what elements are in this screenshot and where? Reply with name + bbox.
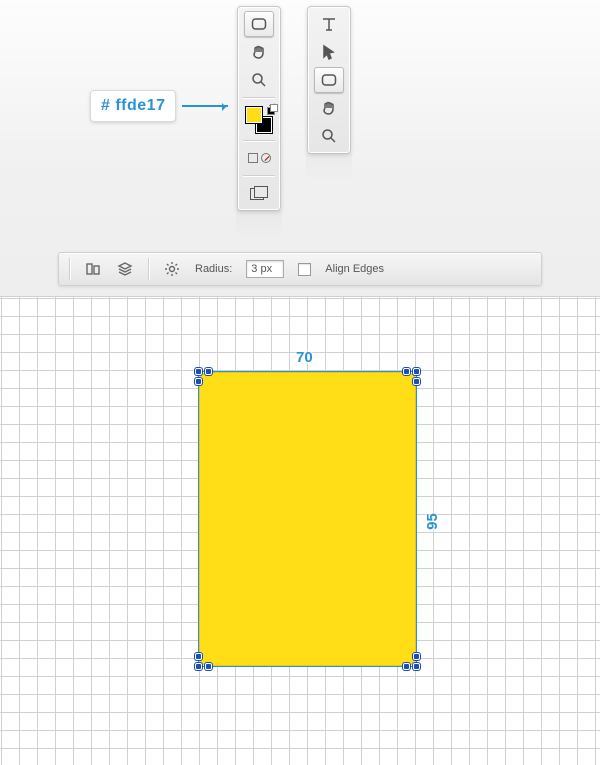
- align-icon: [85, 261, 101, 277]
- rounded-rectangle-icon: [320, 71, 338, 89]
- path-align-button[interactable]: [84, 260, 102, 278]
- selection-handle[interactable]: [413, 368, 420, 375]
- toolbox-right: [307, 6, 351, 154]
- screen-mode-icon: [250, 186, 268, 200]
- color-swatch-stack[interactable]: ⇄: [243, 104, 275, 136]
- path-selection-tool-button[interactable]: [314, 39, 344, 65]
- foreground-color-swatch[interactable]: [245, 106, 263, 124]
- magnifier-icon: [320, 127, 338, 145]
- zoom-tool-button[interactable]: [314, 123, 344, 149]
- toolbox-left: ⇄: [237, 6, 281, 211]
- toolbox-divider: [243, 175, 275, 176]
- options-divider: [148, 258, 149, 280]
- rounded-rectangle-tool-button[interactable]: [314, 67, 344, 93]
- arrow-cursor-icon: [320, 43, 338, 61]
- color-callout: # ffde17: [90, 90, 228, 122]
- selection-handle[interactable]: [413, 663, 420, 670]
- path-arrange-button[interactable]: [116, 260, 134, 278]
- top-panel-background: # ffde17 ⇄: [0, 0, 600, 296]
- align-edges-label: Align Edges: [325, 263, 384, 275]
- zoom-tool-button[interactable]: [244, 67, 274, 93]
- radius-value: 3 px: [251, 263, 272, 275]
- gear-icon: [164, 261, 180, 277]
- hand-icon: [250, 43, 268, 61]
- screen-mode-button[interactable]: [244, 180, 274, 206]
- radius-input[interactable]: 3 px: [246, 260, 284, 278]
- align-edges-checkbox[interactable]: [298, 263, 311, 276]
- toolbox-divider: [243, 140, 275, 141]
- options-divider: [69, 258, 70, 280]
- rounded-rectangle-icon: [250, 15, 268, 33]
- options-bar: Radius: 3 px Align Edges: [58, 252, 542, 286]
- quick-mask-button[interactable]: [244, 145, 274, 171]
- height-annotation: 95: [424, 513, 441, 530]
- hand-tool-button[interactable]: [314, 95, 344, 121]
- rounded-rectangle-tool-button[interactable]: [244, 11, 274, 37]
- callout-arrow: [182, 105, 228, 107]
- yellow-rounded-rectangle-shape[interactable]: [199, 372, 416, 666]
- default-colors-icon[interactable]: [267, 104, 275, 112]
- type-tool-button[interactable]: [314, 11, 344, 37]
- toolbox-divider: [243, 97, 275, 98]
- selection-handle[interactable]: [195, 663, 202, 670]
- hand-icon: [320, 99, 338, 117]
- color-hex-label: # ffde17: [90, 90, 176, 122]
- magnifier-icon: [250, 71, 268, 89]
- shape-settings-button[interactable]: [163, 260, 181, 278]
- hand-tool-button[interactable]: [244, 39, 274, 65]
- canvas[interactable]: 70 95: [0, 296, 600, 765]
- radius-label: Radius:: [195, 263, 232, 275]
- type-icon: [320, 15, 338, 33]
- width-annotation: 70: [296, 349, 313, 366]
- quick-mask-icon: [245, 148, 273, 168]
- layers-icon: [117, 261, 133, 277]
